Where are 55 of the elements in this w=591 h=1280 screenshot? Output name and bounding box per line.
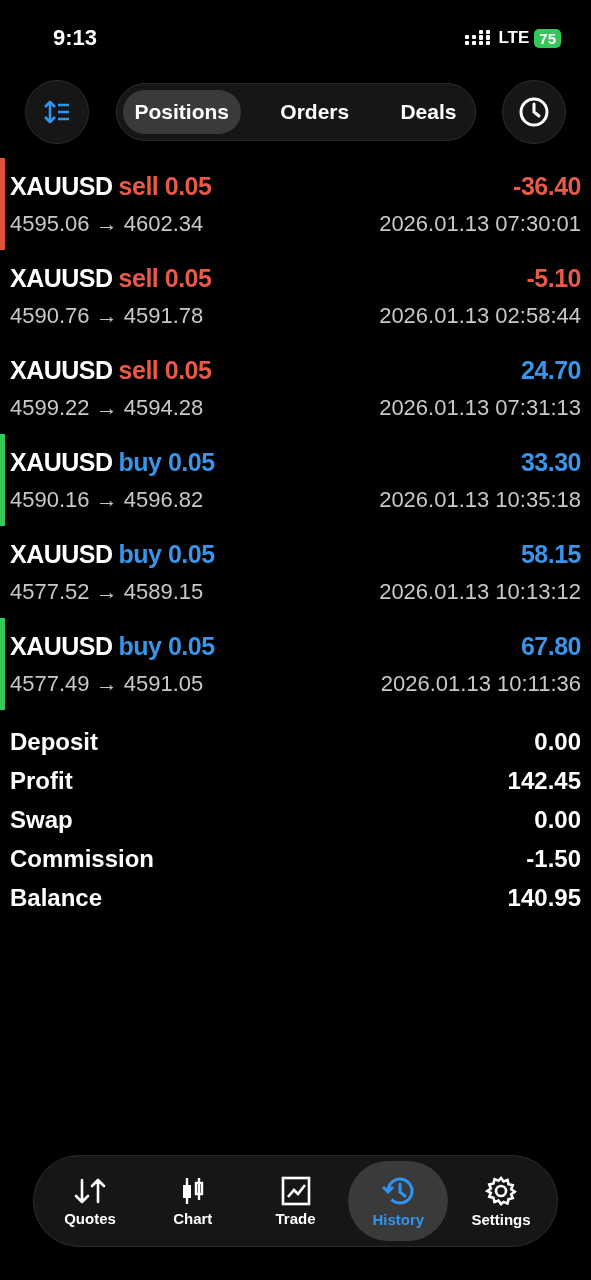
symbol: XAUUSD: [10, 631, 113, 661]
summary-value: 0.00: [534, 805, 581, 834]
price-range: 4577.49 → 4591.05: [10, 670, 204, 697]
price-range: 4577.52 → 4589.15: [10, 578, 204, 605]
summary-label: Swap: [10, 805, 73, 834]
symbol: XAUUSD: [10, 171, 113, 201]
nav-tab[interactable]: Trade: [245, 1161, 346, 1241]
deal-time: 2026.01.13 07:31:13: [379, 394, 581, 421]
tab[interactable]: Positions: [122, 90, 241, 134]
deal-side: buy 0.05: [118, 631, 215, 661]
summary-label: Commission: [10, 844, 155, 873]
profit: 58.15: [520, 539, 581, 569]
deal-side: sell 0.05: [118, 171, 212, 201]
deal-side: buy 0.05: [118, 447, 215, 477]
summary-label: Profit: [10, 766, 73, 795]
summary-label: Balance: [10, 883, 103, 912]
sort-icon: [43, 100, 71, 124]
symbol: XAUUSD: [10, 539, 113, 569]
trend-chart-icon: [280, 1175, 311, 1206]
deal-time: 2026.01.13 07:30:01: [379, 210, 581, 237]
nav-tab[interactable]: Settings: [451, 1161, 551, 1241]
deal-side: sell 0.05: [118, 263, 212, 293]
summary-value: 0.00: [534, 727, 581, 756]
network-label: LTE: [498, 28, 530, 48]
clock-icon: [518, 96, 550, 128]
battery-level: 75: [534, 28, 561, 48]
status-time: 9:13: [53, 25, 98, 51]
symbol: XAUUSD: [10, 263, 113, 293]
summary-value: 140.95: [507, 883, 581, 912]
summary-label: Deposit: [10, 727, 98, 756]
nav-tab[interactable]: History: [348, 1161, 449, 1241]
nav-tab[interactable]: Quotes: [40, 1161, 140, 1241]
symbol: XAUUSD: [10, 355, 113, 385]
profit: -5.10: [526, 263, 581, 293]
profit: 67.80: [520, 631, 581, 661]
summary-value: 142.45: [507, 766, 581, 795]
settings-icon: [485, 1174, 517, 1207]
deal-time: 2026.01.13 10:11:36: [380, 670, 581, 697]
price-range: 4595.06 → 4602.34: [10, 210, 204, 237]
nav-tab[interactable]: Chart: [142, 1161, 243, 1241]
price-range: 4590.76 → 4591.78: [10, 302, 204, 329]
profit: 33.30: [520, 447, 581, 477]
deal-time: 2026.01.13 02:58:44: [379, 302, 581, 329]
profit: 24.70: [520, 355, 581, 385]
tab[interactable]: Deals: [388, 90, 469, 134]
deal-time: 2026.01.13 10:13:12: [379, 578, 581, 605]
price-range: 4590.16 → 4596.82: [10, 486, 204, 513]
symbol: XAUUSD: [10, 447, 113, 477]
profit: -36.40: [513, 171, 581, 201]
summary-value: -1.50: [526, 844, 581, 873]
deal-time: 2026.01.13 10:35:18: [379, 486, 581, 513]
price-range: 4599.22 → 4594.28: [10, 394, 204, 421]
deal-side: buy 0.05: [118, 539, 215, 569]
tab[interactable]: Orders: [268, 90, 362, 134]
deal-side: sell 0.05: [118, 355, 212, 385]
